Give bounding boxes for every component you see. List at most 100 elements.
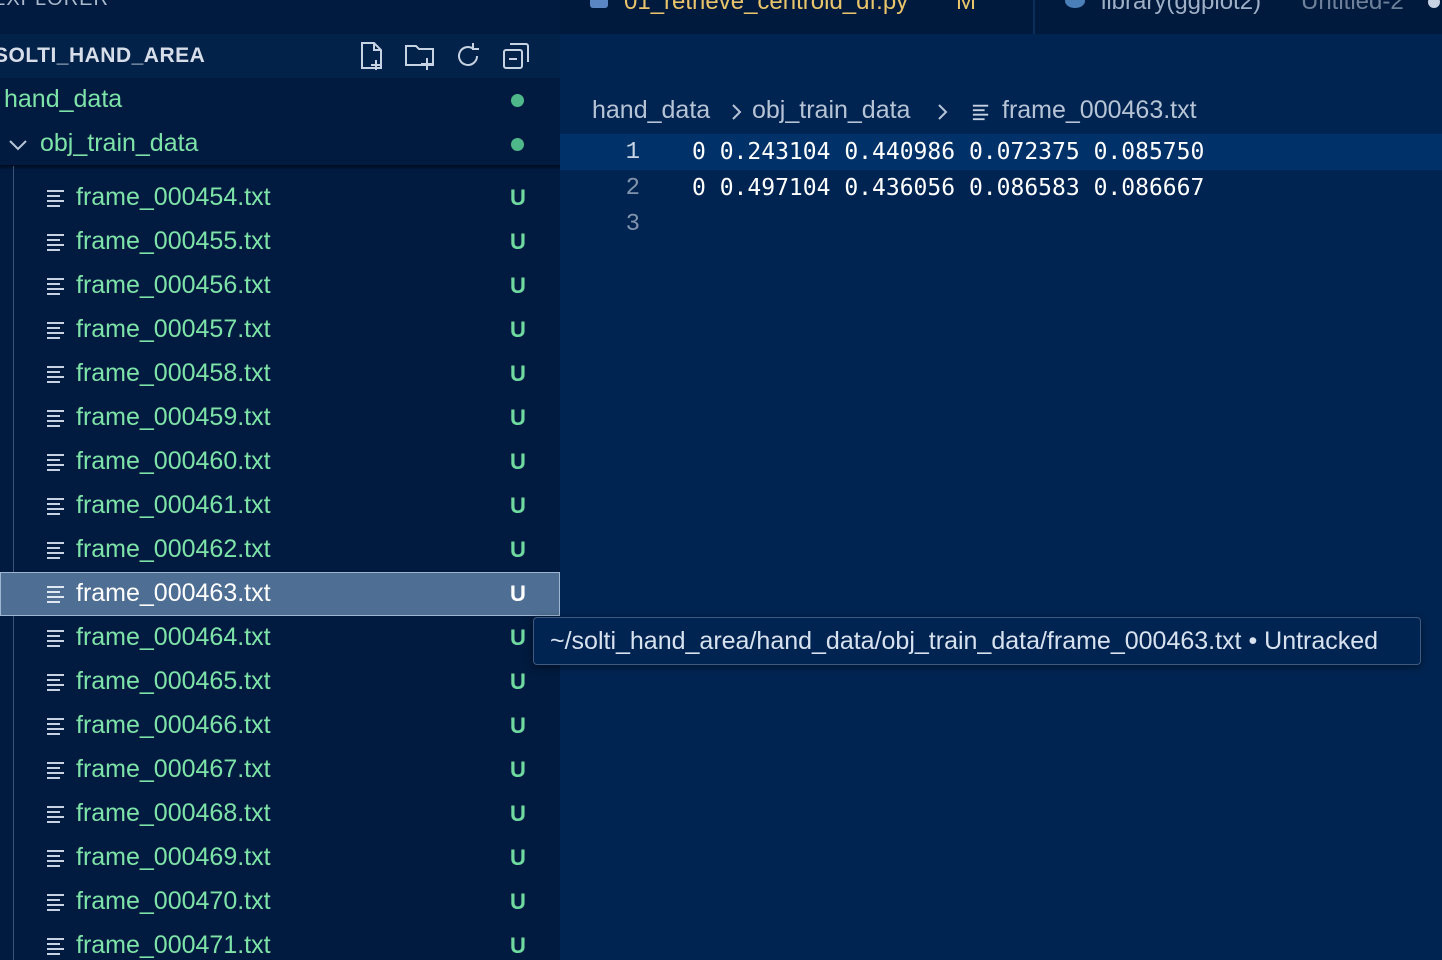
untracked-badge: U — [510, 845, 526, 870]
file-row[interactable]: frame_000454.txt U — [0, 176, 560, 220]
tab-description: Untitled-2 — [1301, 0, 1404, 15]
untracked-badge: U — [510, 449, 526, 474]
file-name: frame_000460.txt — [76, 447, 271, 475]
file-row[interactable]: frame_000455.txt U — [0, 220, 560, 264]
file-row[interactable]: frame_000465.txt U — [0, 660, 560, 704]
text-file-icon — [972, 104, 989, 121]
text-file-icon — [47, 454, 64, 471]
modified-dot-icon — [511, 138, 524, 151]
file-row[interactable]: frame_000466.txt U — [0, 704, 560, 748]
refresh-icon[interactable] — [452, 40, 484, 72]
file-name: frame_000455.txt — [76, 227, 271, 255]
file-name: frame_000468.txt — [76, 799, 271, 827]
chevron-down-icon[interactable] — [6, 133, 30, 157]
file-row[interactable]: frame_000462.txt U — [0, 528, 560, 572]
editor-tab-bar: 01_retrieve_centroid_df.py M library(ggp… — [560, 0, 1442, 34]
text-file-icon — [47, 234, 64, 251]
collapse-all-icon[interactable] — [500, 40, 532, 72]
untracked-badge: U — [510, 669, 526, 694]
code-line[interactable]: 1 0 0.243104 0.440986 0.072375 0.085750 — [560, 134, 1442, 170]
file-name: frame_000463.txt — [76, 579, 271, 607]
code-line[interactable]: 3 — [560, 206, 1442, 242]
breadcrumb-folder[interactable]: hand_data — [592, 96, 710, 125]
file-name: frame_000462.txt — [76, 535, 271, 563]
file-name: frame_000464.txt — [76, 623, 271, 651]
tab-untitled-2[interactable]: library(ggplot2) Untitled-2 — [1035, 0, 1442, 34]
breadcrumb-file[interactable]: frame_000463.txt — [1002, 96, 1197, 125]
untracked-badge: U — [510, 801, 526, 826]
file-name: frame_000456.txt — [76, 271, 271, 299]
line-content[interactable]: 0 0.497104 0.436056 0.086583 0.086667 — [692, 175, 1204, 201]
file-row[interactable]: frame_000471.txt U — [0, 924, 560, 960]
untracked-badge: U — [510, 273, 526, 298]
untracked-badge: U — [510, 713, 526, 738]
line-content[interactable]: 0 0.243104 0.440986 0.072375 0.085750 — [692, 139, 1204, 165]
text-file-icon — [47, 586, 64, 603]
untracked-badge: U — [510, 581, 526, 606]
text-file-icon — [47, 542, 64, 559]
untracked-badge: U — [510, 185, 526, 210]
tab-label: library(ggplot2) — [1101, 0, 1262, 15]
file-row[interactable]: frame_000461.txt U — [0, 484, 560, 528]
tooltip-text: ~/solti_hand_area/hand_data/obj_train_da… — [550, 627, 1379, 655]
text-file-icon — [47, 806, 64, 823]
file-name: frame_000466.txt — [76, 711, 271, 739]
code-line[interactable]: 2 0 0.497104 0.436056 0.086583 0.086667 — [560, 170, 1442, 206]
file-row[interactable]: frame_000469.txt U — [0, 836, 560, 880]
file-name: frame_000459.txt — [76, 403, 271, 431]
file-row[interactable]: frame_000464.txt U — [0, 616, 560, 660]
text-file-icon — [47, 498, 64, 515]
text-file-icon — [47, 630, 64, 647]
new-folder-icon[interactable] — [404, 40, 436, 72]
text-file-icon — [47, 278, 64, 295]
untracked-badge: U — [510, 933, 526, 958]
explorer-sidebar: EXPLORER ··· SOLTI_HAND_AREA hand_data o… — [0, 0, 560, 960]
line-number: 1 — [625, 139, 640, 166]
file-name: frame_000458.txt — [76, 359, 271, 387]
text-file-icon — [47, 762, 64, 779]
folder-name: hand_data — [4, 85, 123, 113]
python-icon — [590, 0, 608, 8]
dirty-dot-icon[interactable] — [1428, 0, 1440, 8]
folder-obj-train-data[interactable]: obj_train_data — [0, 122, 560, 166]
file-row[interactable]: frame_000470.txt U — [0, 880, 560, 924]
file-name: frame_000461.txt — [76, 491, 271, 519]
file-row[interactable]: frame_000457.txt U — [0, 308, 560, 352]
file-row[interactable]: frame_000459.txt U — [0, 396, 560, 440]
file-name: frame_000470.txt — [76, 887, 271, 915]
untracked-badge: U — [510, 889, 526, 914]
breadcrumb-folder[interactable]: obj_train_data — [752, 96, 910, 125]
tab-retrieve-centroid[interactable]: 01_retrieve_centroid_df.py M — [560, 0, 1033, 34]
folder-hand-data[interactable]: hand_data — [0, 78, 560, 122]
file-row[interactable]: frame_000467.txt U — [0, 748, 560, 792]
text-file-icon — [47, 938, 64, 955]
modified-dot-icon — [511, 94, 524, 107]
file-name: frame_000465.txt — [76, 667, 271, 695]
ellipsis-icon[interactable]: ··· — [500, 0, 527, 12]
file-row[interactable]: frame_000456.txt U — [0, 264, 560, 308]
file-row[interactable]: frame_000458.txt U — [0, 352, 560, 396]
text-file-icon — [47, 322, 64, 339]
workspace-title: SOLTI_HAND_AREA — [0, 44, 206, 67]
file-row[interactable]: frame_000460.txt U — [0, 440, 560, 484]
file-name: frame_000469.txt — [76, 843, 271, 871]
file-row-selected[interactable]: frame_000463.txt U — [0, 572, 560, 616]
untracked-badge: U — [510, 625, 526, 650]
untracked-badge: U — [510, 493, 526, 518]
text-file-icon — [47, 366, 64, 383]
file-name: frame_000467.txt — [76, 755, 271, 783]
text-file-icon — [47, 718, 64, 735]
untracked-badge: U — [510, 757, 526, 782]
untracked-badge: U — [510, 229, 526, 254]
text-file-icon — [47, 190, 64, 207]
modified-indicator: M — [956, 0, 976, 15]
text-file-icon — [47, 894, 64, 911]
text-file-icon — [47, 410, 64, 427]
explorer-title: EXPLORER — [0, 0, 109, 11]
chevron-right-icon — [732, 104, 742, 120]
tab-label: 01_retrieve_centroid_df.py — [624, 0, 909, 15]
workspace-section-header[interactable]: SOLTI_HAND_AREA — [0, 34, 560, 78]
sticky-scroll-shadow — [0, 165, 560, 170]
new-file-icon[interactable] — [356, 40, 388, 72]
file-row[interactable]: frame_000468.txt U — [0, 792, 560, 836]
